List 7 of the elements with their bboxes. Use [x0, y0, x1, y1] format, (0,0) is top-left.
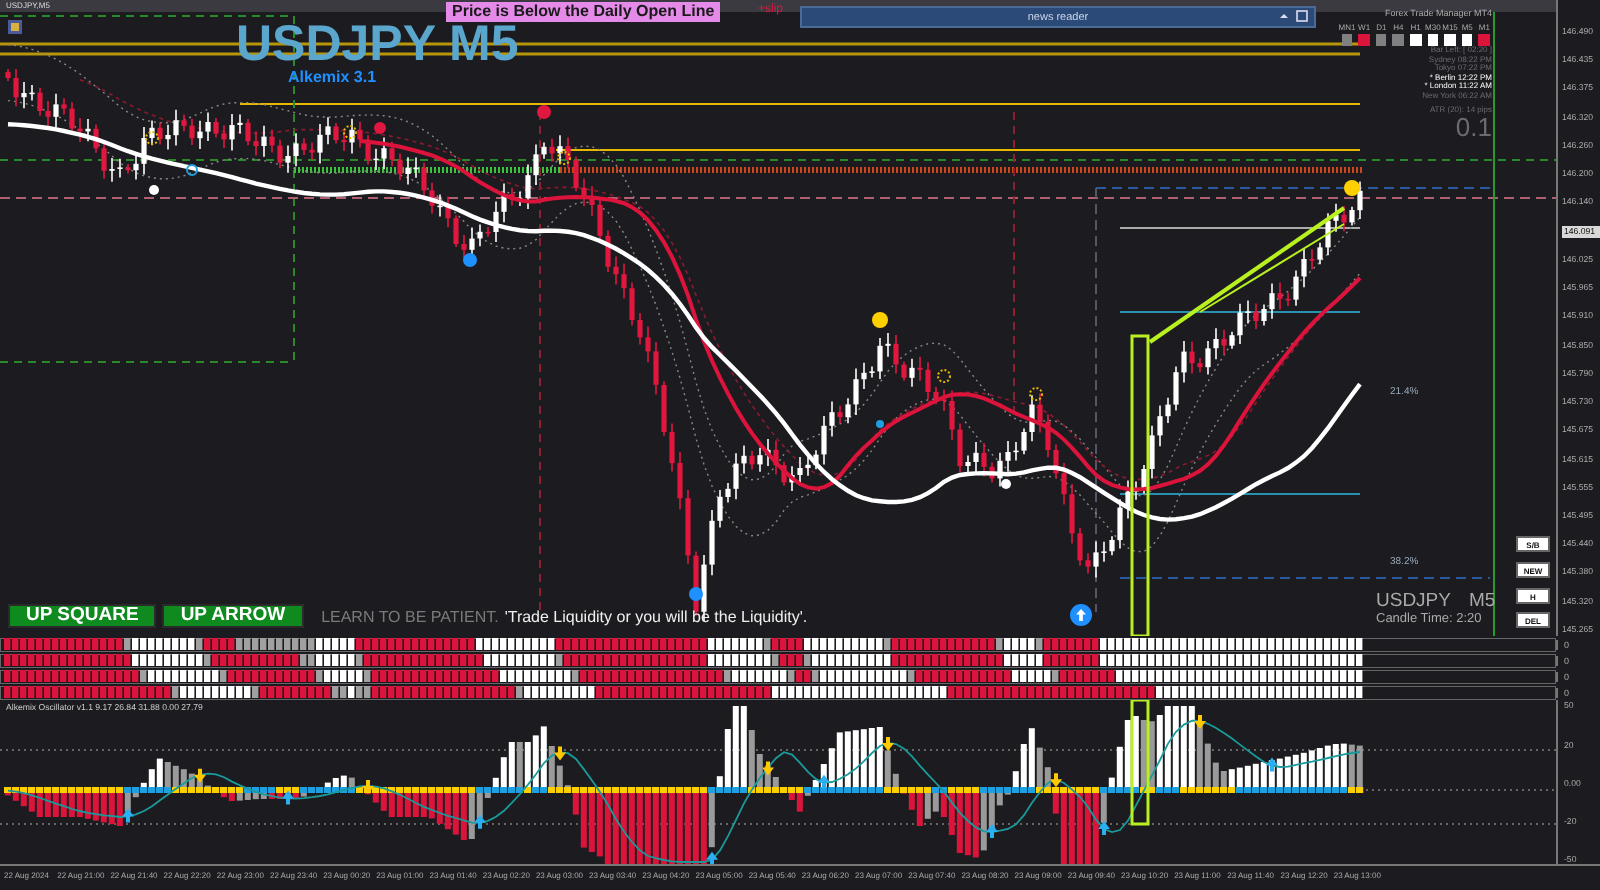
indicator-name: Alkemix 3.1 — [288, 68, 377, 86]
motto-text: LEARN TO BE PATIENT. — [321, 607, 499, 625]
signal-button[interactable]: UP SQUARE — [8, 604, 157, 628]
symbol-label: USDJPY — [1376, 590, 1451, 612]
lot-size: 0.1 — [1455, 113, 1492, 140]
signal-button[interactable]: UP ARROW — [162, 604, 304, 628]
alert-banner: Price is Below the Daily Open Line — [446, 2, 721, 22]
